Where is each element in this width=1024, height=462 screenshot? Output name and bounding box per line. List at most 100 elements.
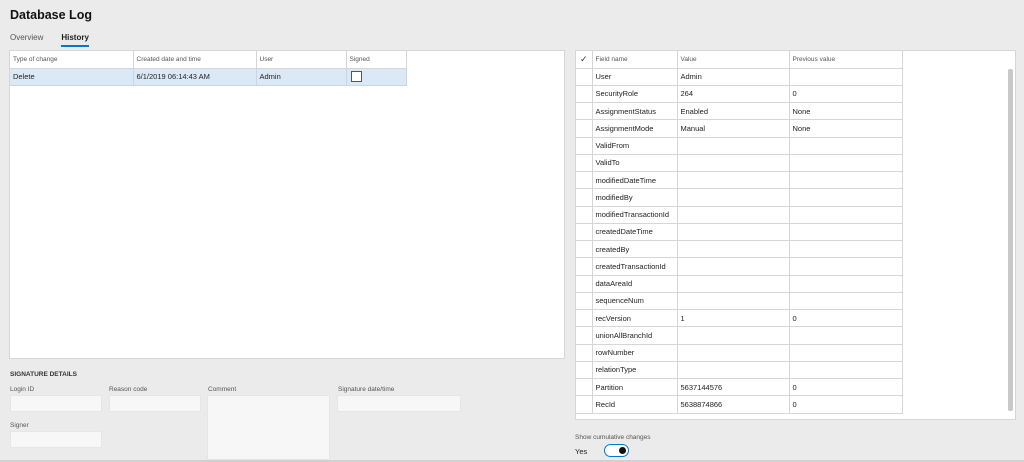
cell-previous-value[interactable]: 0	[788, 377, 903, 397]
row-select-cell[interactable]	[576, 222, 593, 242]
row-select-cell[interactable]	[576, 326, 593, 345]
table-row[interactable]: sequenceNum	[576, 291, 903, 311]
tab-history[interactable]: History	[61, 33, 89, 47]
comment-field[interactable]	[207, 395, 330, 460]
table-row[interactable]: User Admin	[576, 67, 903, 86]
cell-value[interactable]	[676, 170, 790, 190]
row-select-cell[interactable]	[576, 274, 593, 293]
row-select-cell[interactable]	[576, 153, 593, 173]
cell-field-name[interactable]: sequenceNum	[591, 291, 678, 311]
login-id-field[interactable]	[10, 395, 102, 412]
row-select-cell[interactable]	[576, 308, 593, 328]
table-row[interactable]: createdBy	[576, 239, 903, 259]
row-select-cell[interactable]	[576, 257, 593, 276]
cell-value[interactable]	[676, 343, 790, 362]
row-select-cell[interactable]	[576, 101, 593, 121]
table-row[interactable]: Partition 5637144576 0	[576, 377, 903, 397]
table-row[interactable]: Delete 6/1/2019 06:14:43 AM Admin	[10, 68, 407, 86]
table-row[interactable]: AssignmentMode Manual None	[576, 119, 903, 138]
row-select-cell[interactable]	[576, 343, 593, 362]
row-select-cell[interactable]	[576, 377, 593, 397]
cell-field-name[interactable]: SecurityRole	[591, 84, 678, 104]
signature-datetime-field[interactable]	[337, 395, 461, 412]
table-row[interactable]: ValidFrom	[576, 136, 903, 155]
cell-field-name[interactable]: modifiedDateTime	[591, 170, 678, 190]
cell-previous-value[interactable]	[788, 274, 903, 293]
cell-value[interactable]: Enabled	[676, 101, 790, 121]
table-row[interactable]: AssignmentStatus Enabled None	[576, 101, 903, 121]
table-row[interactable]: RecId 5638874866 0	[576, 395, 903, 414]
column-header-user[interactable]: User	[256, 51, 347, 69]
cell-user[interactable]: Admin	[256, 68, 347, 86]
table-row[interactable]: dataAreaId	[576, 274, 903, 293]
cell-previous-value[interactable]	[788, 170, 903, 190]
cell-value[interactable]: 5637144576	[676, 377, 790, 397]
signed-checkbox[interactable]	[350, 71, 362, 82]
cell-previous-value[interactable]	[788, 67, 903, 86]
table-row[interactable]: createdDateTime	[576, 222, 903, 242]
cell-value[interactable]	[676, 205, 790, 224]
column-header-created-date-time[interactable]: Created date and time	[133, 51, 257, 69]
cell-field-name[interactable]: modifiedTransactionId	[591, 205, 678, 224]
row-select-cell[interactable]	[576, 360, 593, 380]
table-row[interactable]: SecurityRole 264 0	[576, 84, 903, 104]
cell-previous-value[interactable]	[788, 257, 903, 276]
reason-code-field[interactable]	[109, 395, 201, 412]
cell-previous-value[interactable]	[788, 153, 903, 173]
cell-previous-value[interactable]	[788, 205, 903, 224]
cell-previous-value[interactable]: 0	[788, 308, 903, 328]
table-row[interactable]: relationType	[576, 360, 903, 380]
cell-value[interactable]: Admin	[676, 67, 790, 86]
row-select-cell[interactable]	[576, 395, 593, 414]
row-select-cell[interactable]	[576, 84, 593, 104]
tab-overview[interactable]: Overview	[10, 33, 43, 47]
cell-value[interactable]: Manual	[676, 119, 790, 138]
row-select-cell[interactable]	[576, 291, 593, 311]
cell-field-name[interactable]: rowNumber	[591, 343, 678, 362]
column-header-previous-value[interactable]: Previous value	[788, 51, 903, 69]
row-select-cell[interactable]	[576, 170, 593, 190]
cell-previous-value[interactable]: 0	[788, 84, 903, 104]
cell-field-name[interactable]: ValidTo	[591, 153, 678, 173]
vertical-scrollbar[interactable]	[1008, 69, 1013, 411]
table-row[interactable]: modifiedBy	[576, 188, 903, 207]
cell-value[interactable]: 1	[676, 308, 790, 328]
select-all-check-icon[interactable]: ✓	[576, 51, 593, 69]
cell-previous-value[interactable]	[788, 188, 903, 207]
cell-previous-value[interactable]	[788, 343, 903, 362]
row-select-cell[interactable]	[576, 205, 593, 224]
cell-field-name[interactable]: dataAreaId	[591, 274, 678, 293]
cell-field-name[interactable]: AssignmentStatus	[591, 101, 678, 121]
cell-previous-value[interactable]	[788, 326, 903, 345]
cell-field-name[interactable]: Partition	[591, 377, 678, 397]
cell-field-name[interactable]: AssignmentMode	[591, 119, 678, 138]
cell-value[interactable]	[676, 222, 790, 242]
cell-field-name[interactable]: recVersion	[591, 308, 678, 328]
table-row[interactable]: createdTransactionId	[576, 257, 903, 276]
cell-previous-value[interactable]	[788, 222, 903, 242]
cell-previous-value[interactable]: None	[788, 119, 903, 138]
row-select-cell[interactable]	[576, 67, 593, 86]
column-header-value[interactable]: Value	[676, 51, 790, 69]
row-select-cell[interactable]	[576, 136, 593, 155]
cell-field-name[interactable]: modifiedBy	[591, 188, 678, 207]
cell-value[interactable]	[676, 239, 790, 259]
cell-field-name[interactable]: createdTransactionId	[591, 257, 678, 276]
cell-previous-value[interactable]	[788, 136, 903, 155]
cell-value[interactable]: 264	[676, 84, 790, 104]
cell-field-name[interactable]: User	[591, 67, 678, 86]
table-row[interactable]: modifiedTransactionId	[576, 205, 903, 224]
row-select-cell[interactable]	[576, 119, 593, 138]
cell-field-name[interactable]: createdDateTime	[591, 222, 678, 242]
cell-previous-value[interactable]: 0	[788, 395, 903, 414]
cell-previous-value[interactable]	[788, 360, 903, 380]
cell-previous-value[interactable]	[788, 239, 903, 259]
cell-previous-value[interactable]	[788, 291, 903, 311]
row-select-cell[interactable]	[576, 239, 593, 259]
cell-field-name[interactable]: RecId	[591, 395, 678, 414]
row-select-cell[interactable]	[576, 188, 593, 207]
cell-created-date-time[interactable]: 6/1/2019 06:14:43 AM	[133, 68, 257, 86]
cell-previous-value[interactable]: None	[788, 101, 903, 121]
table-row[interactable]: ValidTo	[576, 153, 903, 173]
cell-field-name[interactable]: ValidFrom	[591, 136, 678, 155]
